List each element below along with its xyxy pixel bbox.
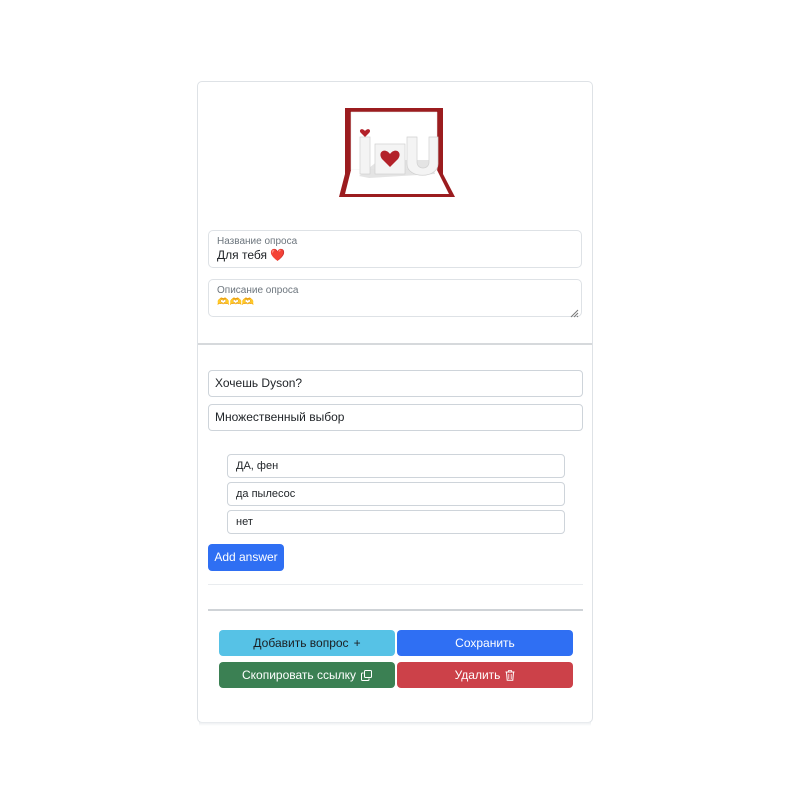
copy-icon (361, 669, 373, 681)
plus-icon: + (353, 636, 361, 650)
question-text-input[interactable]: Хочешь Dyson? (208, 370, 583, 397)
save-label: Сохранить (455, 636, 515, 650)
add-question-button[interactable]: Добавить вопрос + (219, 630, 395, 656)
answer-input-1[interactable]: ДА, фен (227, 454, 565, 478)
answer-input-3[interactable]: нет (227, 510, 565, 534)
delete-label: Удалить (454, 668, 501, 682)
question-type-select[interactable]: Множественный выбор (208, 404, 583, 431)
delete-button[interactable]: Удалить (397, 662, 573, 688)
resize-grip-icon[interactable] (570, 305, 579, 318)
copy-link-button[interactable]: Скопировать ссылку (219, 662, 395, 688)
add-question-label: Добавить вопрос (253, 636, 349, 650)
add-answer-button[interactable]: Add answer (208, 544, 284, 571)
i-heart-u-card-icon (339, 108, 455, 197)
actions-separator (208, 609, 583, 611)
save-button[interactable]: Сохранить (397, 630, 573, 656)
survey-cover-image (339, 104, 459, 200)
survey-title-field[interactable]: Название опроса Для тебя ❤️ (208, 230, 582, 268)
survey-description-value: 🫶🫶🫶 (217, 297, 255, 308)
copy-link-label: Скопировать ссылку (241, 668, 357, 682)
survey-title-label: Название опроса (217, 236, 298, 247)
survey-title-value: Для тебя ❤️ (217, 248, 286, 262)
card-bottom-shadow (199, 722, 591, 726)
question-separator (208, 584, 583, 585)
survey-description-field[interactable]: Описание опроса 🫶🫶🫶 (208, 279, 582, 318)
section-divider (198, 343, 592, 345)
trash-icon (505, 669, 515, 681)
answer-input-2[interactable]: да пылесос (227, 482, 565, 506)
survey-description-label: Описание опроса (217, 285, 299, 296)
